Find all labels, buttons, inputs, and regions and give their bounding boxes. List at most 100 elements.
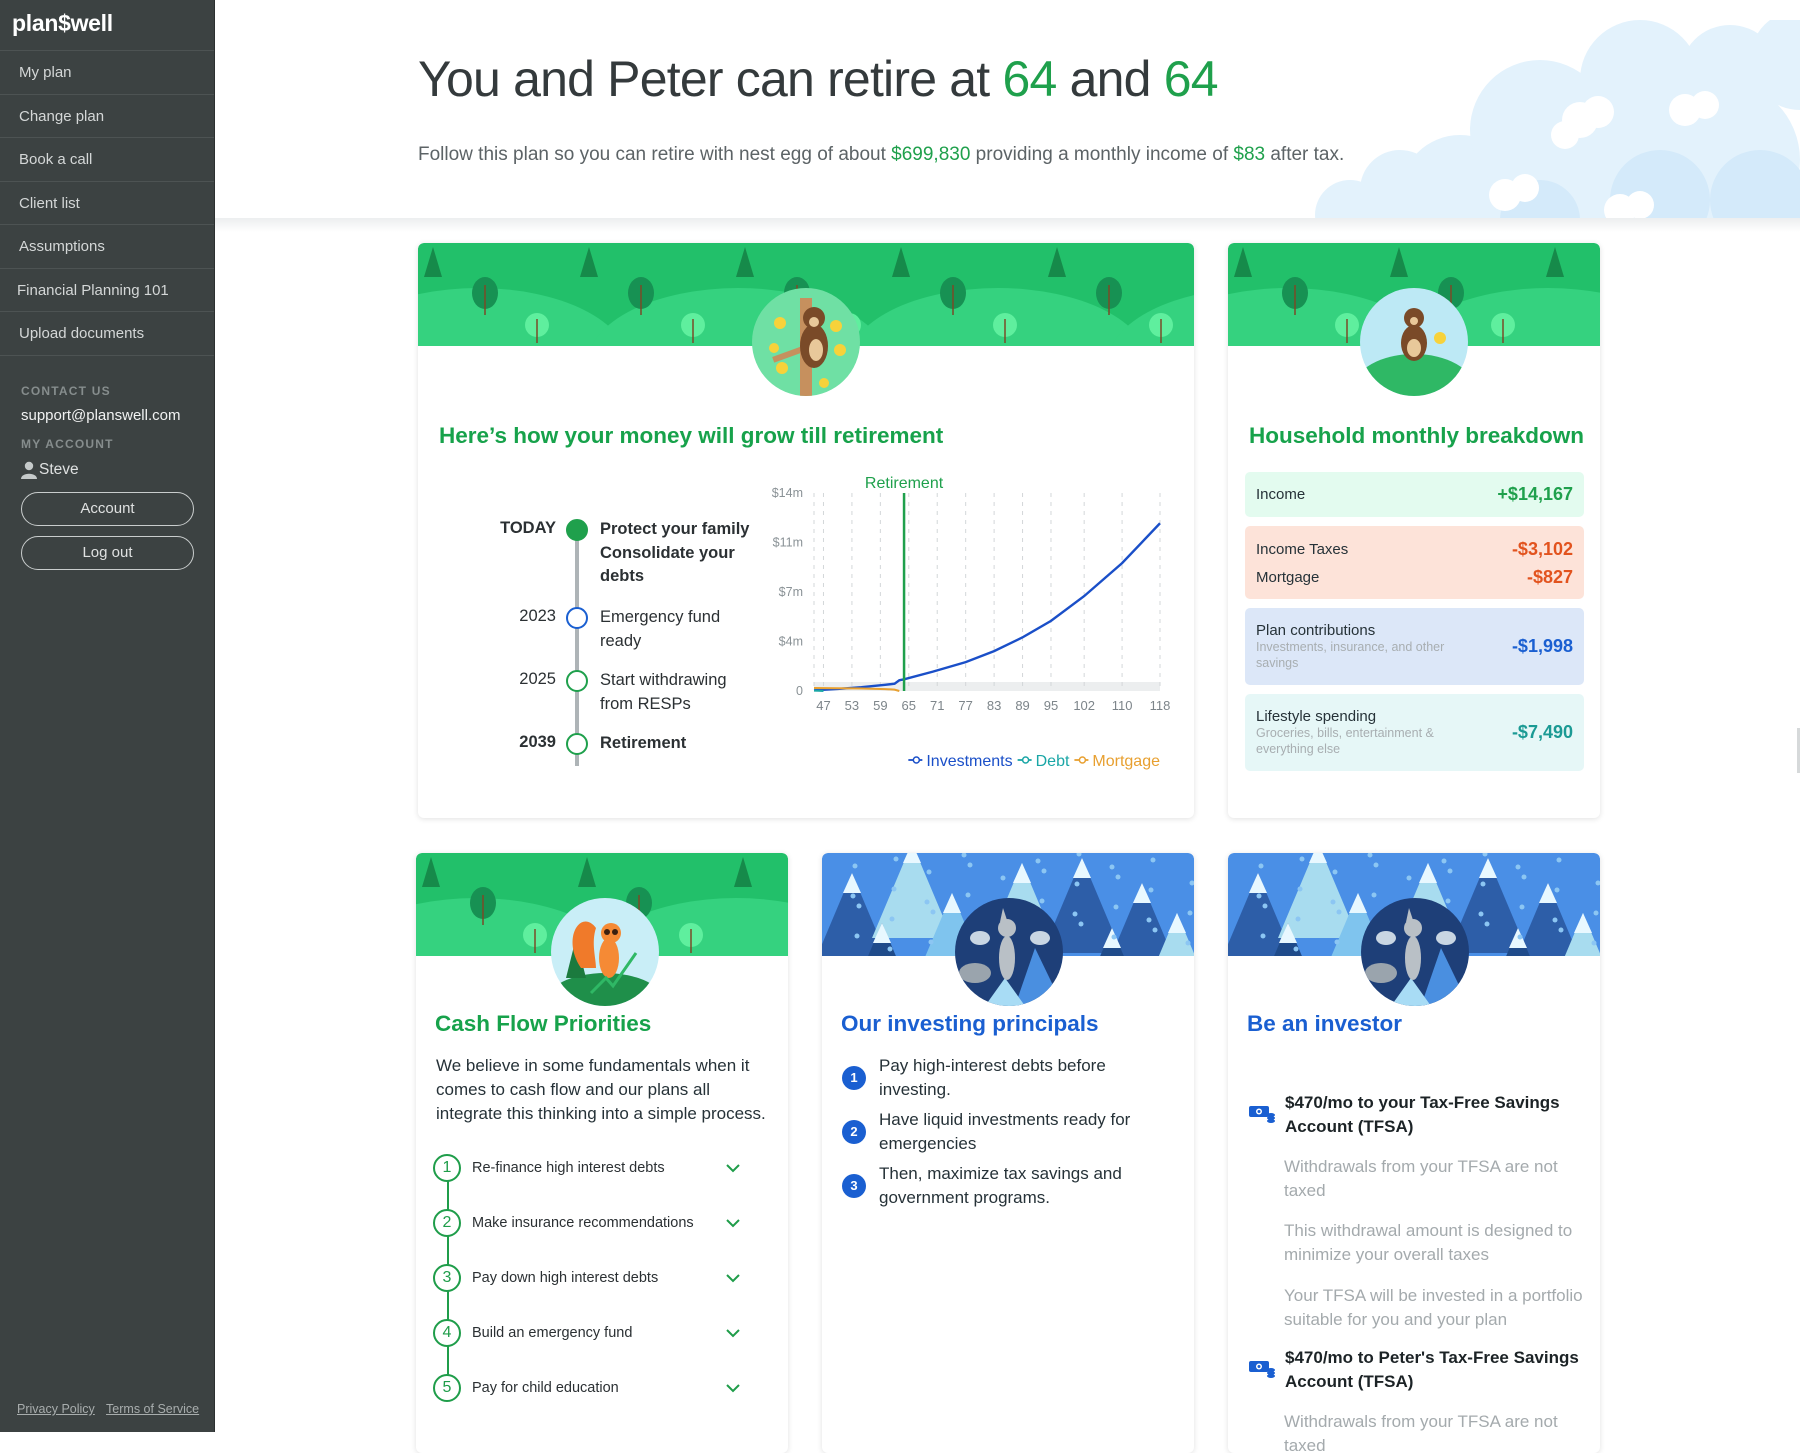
milestone-2023: 2023 Emergency fund ready xyxy=(458,606,556,626)
y-tick-label: $14m xyxy=(772,486,803,500)
fox-illustration xyxy=(1361,898,1469,1006)
plan-contributions-value: -$1,998 xyxy=(1512,636,1573,657)
income-value: +$14,167 xyxy=(1497,484,1573,505)
privacy-policy-link[interactable]: Privacy Policy xyxy=(17,1402,95,1416)
expenses-box: Income Taxes -$3,102 Mortgage -$827 xyxy=(1245,526,1584,599)
nav-book-a-call[interactable]: Book a call xyxy=(0,138,214,182)
retire-age-partner: 64 xyxy=(1164,51,1218,107)
retirement-marker-label: Retirement xyxy=(865,475,944,492)
bear-tree-illustration xyxy=(752,288,860,396)
nav-assumptions[interactable]: Assumptions xyxy=(0,225,214,269)
household-card: Household monthly breakdown Income +$14,… xyxy=(1228,243,1600,818)
bear-meditating-illustration xyxy=(1360,288,1468,396)
cash-flow-item[interactable]: 3Pay down high interest debts xyxy=(433,1263,743,1293)
principle-item: 3Then, maximize tax savings and governme… xyxy=(842,1162,1162,1210)
tfsa-account-peter: $470/mo to Peter's Tax-Free Savings Acco… xyxy=(1248,1346,1588,1394)
plan-contributions-row: Plan contributions Investments, insuranc… xyxy=(1245,608,1584,685)
legend-marker-dot xyxy=(1023,757,1029,763)
lifestyle-spending-value: -$7,490 xyxy=(1512,722,1573,743)
milestone-2025: 2025 Start withdrawing from RESPs xyxy=(458,669,556,689)
milestone-dot-green xyxy=(566,670,588,692)
page-title: You and Peter can retire at 64 and 64 xyxy=(418,50,1218,108)
investing-principals-card: Our investing principals 1Pay high-inter… xyxy=(822,853,1194,1453)
x-tick-label: 95 xyxy=(1044,698,1058,713)
nav-financial-planning-101[interactable]: Financial Planning 101 xyxy=(0,269,214,313)
growth-card: Here’s how your money will grow till ret… xyxy=(418,243,1194,818)
account-button[interactable]: Account xyxy=(21,492,194,526)
milestone-dot-blue xyxy=(566,607,588,629)
user-icon xyxy=(21,461,37,479)
chevron-down-icon[interactable] xyxy=(723,1268,743,1288)
chevron-down-icon[interactable] xyxy=(723,1158,743,1178)
cash-flow-item[interactable]: 2Make insurance recommendations xyxy=(433,1208,743,1238)
main-content: You and Peter can retire at 64 and 64 Fo… xyxy=(215,0,1800,1432)
lifestyle-spending-row: Lifestyle spending Groceries, bills, ent… xyxy=(1245,694,1584,771)
legend-label-investments: Investments xyxy=(926,753,1012,770)
household-card-title: Household monthly breakdown xyxy=(1249,423,1584,449)
money-coins-icon xyxy=(1248,1103,1276,1123)
sidebar: plan$well My plan Change plan Book a cal… xyxy=(0,0,215,1432)
milestone-today: TODAY Protect your family Consolidate yo… xyxy=(458,518,556,538)
contact-us-label: CONTACT US xyxy=(0,384,214,398)
chevron-down-icon[interactable] xyxy=(723,1323,743,1343)
income-taxes-row: Income Taxes -$3,102 xyxy=(1256,536,1573,563)
x-tick-label: 59 xyxy=(873,698,887,713)
x-tick-label: 71 xyxy=(930,698,944,713)
cash-flow-card: Cash Flow Priorities We believe in some … xyxy=(416,853,788,1453)
nav-client-list[interactable]: Client list xyxy=(0,182,214,226)
series-line-investments xyxy=(814,523,1160,690)
chevron-down-icon[interactable] xyxy=(723,1378,743,1398)
user-name: Steve xyxy=(39,461,79,479)
cash-flow-title: Cash Flow Priorities xyxy=(435,1011,651,1037)
chevron-down-icon[interactable] xyxy=(723,1213,743,1233)
y-tick-label: 0 xyxy=(796,684,803,698)
x-tick-label: 102 xyxy=(1073,698,1095,713)
logout-button[interactable]: Log out xyxy=(21,536,194,570)
sidebar-footer: Privacy Policy Terms of Service xyxy=(17,1402,207,1416)
cash-flow-item[interactable]: 1Re-finance high interest debts xyxy=(433,1153,743,1183)
nav-my-plan[interactable]: My plan xyxy=(0,51,214,95)
y-tick-label: $7m xyxy=(779,585,803,599)
money-coins-icon xyxy=(1248,1358,1276,1378)
legend-label-mortgage: Mortgage xyxy=(1092,753,1160,770)
nest-egg-value: $699,830 xyxy=(891,144,970,165)
legend-marker-dot xyxy=(1079,757,1085,763)
hero-divider xyxy=(215,218,1800,232)
milestone-dot-filled xyxy=(566,519,588,541)
legend-label-debt: Debt xyxy=(1036,753,1070,770)
y-tick-label: $11m xyxy=(773,536,803,550)
milestone-timeline: TODAY Protect your family Consolidate yo… xyxy=(458,518,758,778)
growth-chart: 4753596571778389951021101180$4m$7m$11m$1… xyxy=(760,463,1180,803)
monthly-income-value: $83 xyxy=(1233,144,1265,165)
x-tick-label: 110 xyxy=(1112,698,1133,713)
be-an-investor-title: Be an investor xyxy=(1247,1011,1402,1037)
cash-flow-intro: We believe in some fundamentals when it … xyxy=(436,1054,766,1126)
squirrel-illustration xyxy=(551,898,659,1006)
nav-upload-documents[interactable]: Upload documents xyxy=(0,312,214,356)
income-row: Income +$14,167 xyxy=(1245,472,1584,517)
principle-item: 2Have liquid investments ready for emerg… xyxy=(842,1108,1162,1156)
principle-item: 1Pay high-interest debts before investin… xyxy=(842,1054,1162,1102)
timeline-line xyxy=(575,526,579,766)
cash-flow-item[interactable]: 5Pay for child education xyxy=(433,1373,743,1403)
support-email-link[interactable]: support@planswell.com xyxy=(0,407,214,424)
x-tick-label: 53 xyxy=(845,698,859,713)
terms-of-service-link[interactable]: Terms of Service xyxy=(106,1402,199,1416)
clouds-illustration xyxy=(1280,20,1800,222)
growth-card-title: Here’s how your money will grow till ret… xyxy=(439,423,943,449)
x-tick-label: 77 xyxy=(958,698,972,713)
x-tick-label: 65 xyxy=(902,698,916,713)
fox-illustration xyxy=(955,898,1063,1006)
x-tick-label: 89 xyxy=(1015,698,1029,713)
hero-section: You and Peter can retire at 64 and 64 Fo… xyxy=(215,0,1800,222)
retire-age-you: 64 xyxy=(1003,51,1057,107)
my-account-label: MY ACCOUNT xyxy=(0,437,214,451)
nav-change-plan[interactable]: Change plan xyxy=(0,95,214,139)
legend-marker-dot xyxy=(913,757,919,763)
cash-flow-item[interactable]: 4Build an emergency fund xyxy=(433,1318,743,1348)
x-tick-label: 118 xyxy=(1150,698,1171,713)
tfsa-account-you: $470/mo to your Tax-Free Savings Account… xyxy=(1248,1091,1588,1139)
planswell-logo[interactable]: plan$well xyxy=(0,0,214,51)
milestone-2039: 2039 Retirement xyxy=(458,732,556,752)
user-info: Steve xyxy=(0,461,214,479)
